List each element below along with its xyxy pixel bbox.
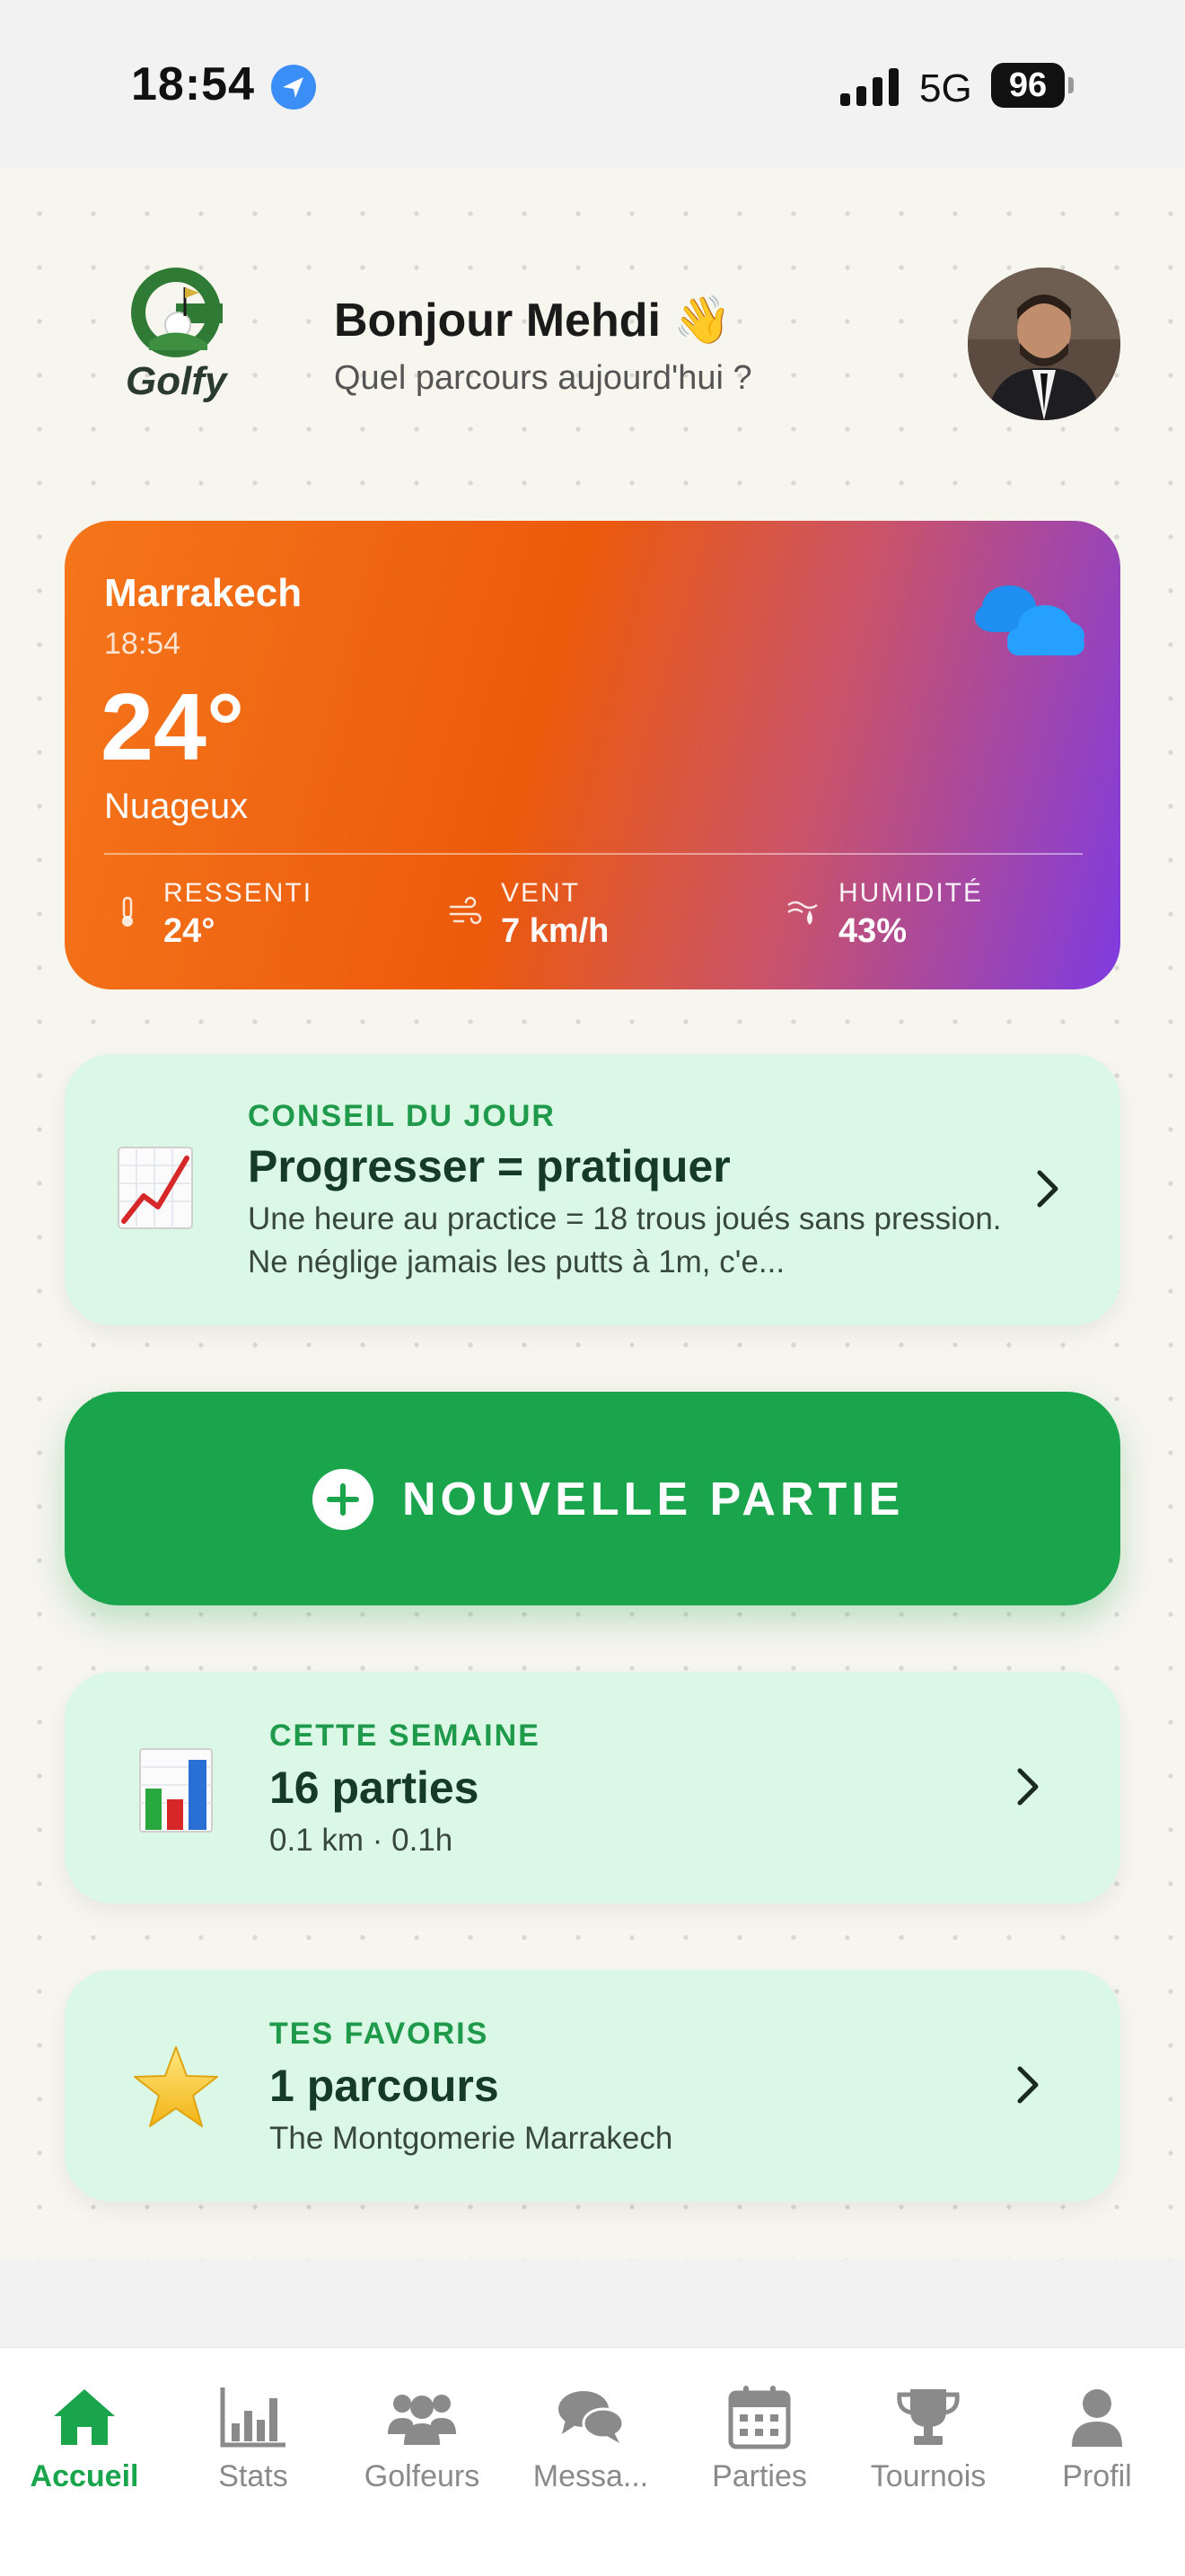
new-game-label: NOUVELLE PARTIE bbox=[402, 1473, 905, 1525]
weather-divider bbox=[104, 853, 1083, 855]
weather-card[interactable]: Marrakech 18:54 24° Nuageux RESSENTI 24°… bbox=[65, 521, 1120, 989]
status-bar: 18:54 5G 96 bbox=[0, 0, 1185, 167]
tab-label: Accueil bbox=[30, 2459, 139, 2493]
feels-like-value: 24° bbox=[163, 912, 215, 950]
tab-label: Tournois bbox=[870, 2459, 987, 2493]
tab-parties[interactable]: Parties bbox=[675, 2384, 844, 2494]
greeting-subtitle: Quel parcours aujourd'hui ? bbox=[334, 359, 752, 397]
humidity-icon bbox=[787, 901, 818, 925]
cellular-signal-icon bbox=[840, 68, 899, 106]
tab-label: Profil bbox=[1062, 2459, 1132, 2493]
cloudy-icon bbox=[975, 585, 1084, 655]
weather-condition: Nuageux bbox=[104, 787, 249, 826]
bar-chart-icon bbox=[139, 1748, 213, 1833]
chevron-right-icon bbox=[1037, 1170, 1058, 1208]
avatar-photo bbox=[968, 268, 1120, 420]
week-title: 16 parties bbox=[269, 1763, 479, 1813]
weather-city: Marrakech bbox=[104, 571, 303, 615]
tab-accueil[interactable]: Accueil bbox=[0, 2384, 169, 2494]
home-icon bbox=[54, 2389, 115, 2445]
calendar-icon bbox=[728, 2386, 791, 2449]
this-week-card[interactable]: CETTE SEMAINE 16 parties 0.1 km · 0.1h bbox=[65, 1672, 1120, 1903]
status-time: 18:54 bbox=[131, 58, 255, 110]
tip-eyebrow: CONSEIL DU JOUR bbox=[248, 1099, 556, 1133]
chevron-right-icon bbox=[1017, 2066, 1039, 2104]
avatar[interactable] bbox=[968, 268, 1120, 420]
messages-icon bbox=[558, 2391, 625, 2443]
tab-label: Stats bbox=[218, 2459, 288, 2493]
logo-text: Golfy bbox=[126, 359, 227, 403]
profile-icon bbox=[1072, 2389, 1122, 2447]
tip-text: Une heure au practice = 18 trous joués s… bbox=[248, 1201, 1002, 1279]
week-eyebrow: CETTE SEMAINE bbox=[269, 1719, 540, 1753]
chevron-right-icon bbox=[1017, 1768, 1039, 1806]
tab-profil[interactable]: Profil bbox=[1013, 2384, 1181, 2494]
plus-icon bbox=[312, 1469, 373, 1530]
tab-bar: Accueil Stats Golfeurs Messa... Parties … bbox=[0, 2347, 1185, 2576]
weather-time: 18:54 bbox=[104, 627, 181, 661]
people-icon bbox=[388, 2395, 456, 2445]
greeting-title: Bonjour Mehdi 👋 bbox=[334, 295, 733, 347]
favorites-subtitle: The Montgomerie Marrakech bbox=[269, 2121, 673, 2156]
wind-icon bbox=[449, 896, 482, 925]
star-icon bbox=[134, 2046, 218, 2127]
tab-label: Messa... bbox=[532, 2459, 649, 2493]
location-arrow-icon bbox=[271, 65, 316, 110]
network-type: 5G bbox=[919, 66, 972, 110]
new-game-button[interactable]: NOUVELLE PARTIE bbox=[65, 1392, 1120, 1605]
battery-level: 96 bbox=[991, 63, 1065, 108]
tab-label: Golfeurs bbox=[364, 2459, 480, 2493]
favorites-title: 1 parcours bbox=[269, 2061, 499, 2111]
tab-stats[interactable]: Stats bbox=[169, 2384, 338, 2494]
wind-label: VENT bbox=[501, 878, 581, 908]
trophy-icon bbox=[897, 2389, 960, 2445]
tab-golfeurs[interactable]: Golfeurs bbox=[338, 2384, 506, 2494]
wind-value: 7 km/h bbox=[501, 912, 610, 950]
tab-messages[interactable]: Messa... bbox=[506, 2384, 675, 2494]
tab-tournois[interactable]: Tournois bbox=[844, 2384, 1013, 2494]
tip-title: Progresser = pratiquer bbox=[248, 1141, 731, 1191]
stats-icon bbox=[220, 2387, 285, 2448]
week-subtitle: 0.1 km · 0.1h bbox=[269, 1823, 453, 1858]
favorites-eyebrow: TES FAVORIS bbox=[269, 2017, 489, 2051]
humidity-label: HUMIDITÉ bbox=[838, 878, 983, 908]
weather-temperature: 24° bbox=[101, 674, 245, 780]
tip-of-the-day-card[interactable]: CONSEIL DU JOUR Progresser = pratiquer U… bbox=[65, 1054, 1120, 1325]
humidity-value: 43% bbox=[838, 912, 908, 950]
tab-label: Parties bbox=[712, 2459, 807, 2493]
favorites-card[interactable]: TES FAVORIS 1 parcours The Montgomerie M… bbox=[65, 1970, 1120, 2202]
battery-tip bbox=[1068, 77, 1074, 93]
feels-like-label: RESSENTI bbox=[163, 878, 313, 908]
thermometer-icon bbox=[122, 896, 133, 927]
chart-increasing-icon bbox=[118, 1147, 193, 1229]
